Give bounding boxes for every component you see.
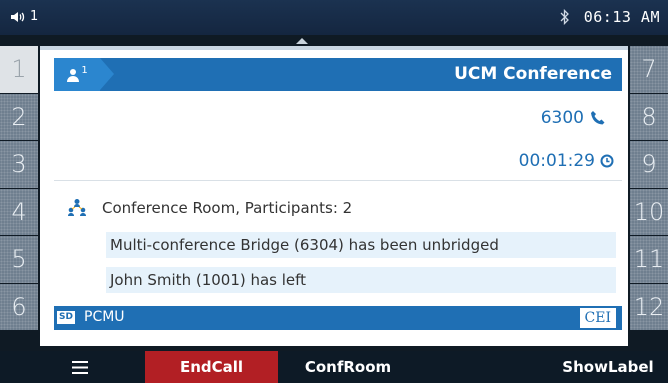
volume-indicator: 1 xyxy=(10,9,38,24)
line-key-label: 1 xyxy=(11,55,27,84)
menu-button[interactable] xyxy=(60,351,100,383)
line-count: 1 xyxy=(81,65,88,76)
title-arrow xyxy=(100,58,114,90)
clock: 06:13 AM xyxy=(583,8,660,26)
line-key-label: 10 xyxy=(633,197,665,226)
line-key-7[interactable]: 7 xyxy=(630,46,668,93)
line-key-label: 9 xyxy=(641,150,657,179)
conference-icon xyxy=(68,199,86,216)
line-key-label: 4 xyxy=(11,197,27,226)
call-number-text: 6300 xyxy=(540,108,584,128)
volume-level: 1 xyxy=(30,9,39,24)
call-panel: 1 UCM Conference 6300 00:01:29 Conferenc… xyxy=(40,46,628,346)
clock-icon xyxy=(600,154,614,168)
line-key-2[interactable]: 2 xyxy=(0,93,38,140)
line-key-12[interactable]: 12 xyxy=(630,283,668,330)
line-key-9[interactable]: 9 xyxy=(630,141,668,188)
cei-button[interactable]: CEI xyxy=(579,308,616,328)
status-bar: 1 06:13 AM xyxy=(0,0,668,35)
person-icon xyxy=(67,68,80,82)
menu-icon xyxy=(72,361,88,374)
phone-icon xyxy=(591,111,605,125)
call-duration-text: 00:01:29 xyxy=(518,151,595,171)
codec-bar: SD PCMU CEI xyxy=(54,306,622,330)
line-key-4[interactable]: 4 xyxy=(0,188,38,235)
speaker-icon xyxy=(11,11,25,22)
codec-label: PCMU xyxy=(84,309,125,325)
line-key-label: 7 xyxy=(641,55,657,84)
softkey-bar: EndCall ConfRoom ShowLabel xyxy=(0,351,668,383)
sd-badge: SD xyxy=(57,311,75,324)
call-title-bar: 1 UCM Conference xyxy=(54,58,622,91)
line-key-label: 2 xyxy=(11,102,27,131)
call-number: 6300 xyxy=(541,108,606,128)
line-key-5[interactable]: 5 xyxy=(0,236,38,283)
list-item: John Smith (1001) has left xyxy=(106,267,616,293)
bluetooth-icon xyxy=(560,9,569,25)
line-key-3[interactable]: 3 xyxy=(0,141,38,188)
line-key-label: 8 xyxy=(641,102,657,131)
line-key-10[interactable]: 10 xyxy=(630,188,668,235)
line-key-label: 12 xyxy=(633,292,665,321)
scroll-up-indicator xyxy=(296,38,308,44)
call-title: UCM Conference xyxy=(454,64,612,84)
list-item: Multi-conference Bridge (6304) has been … xyxy=(106,232,616,258)
conference-badge: 1 xyxy=(54,58,100,91)
right-line-keys: 7 8 9 10 11 12 xyxy=(630,46,668,331)
line-key-label: 5 xyxy=(11,245,27,274)
conf-room-button[interactable]: ConfRoom xyxy=(288,351,408,383)
line-key-label: 6 xyxy=(11,292,27,321)
show-label-button[interactable]: ShowLabel xyxy=(548,351,668,383)
line-key-1[interactable]: 1 xyxy=(0,46,38,93)
line-key-6[interactable]: 6 xyxy=(0,283,38,330)
call-duration: 00:01:29 xyxy=(519,151,614,171)
line-key-8[interactable]: 8 xyxy=(630,93,668,140)
line-key-label: 3 xyxy=(11,150,27,179)
divider xyxy=(54,180,622,181)
conference-room-text: Conference Room, Participants: 2 xyxy=(102,199,353,217)
conference-room-info: Conference Room, Participants: 2 xyxy=(66,198,352,218)
line-key-11[interactable]: 11 xyxy=(630,236,668,283)
line-key-label: 11 xyxy=(633,245,665,274)
end-call-button[interactable]: EndCall xyxy=(145,351,278,383)
left-line-keys: 1 2 3 4 5 6 xyxy=(0,46,38,331)
